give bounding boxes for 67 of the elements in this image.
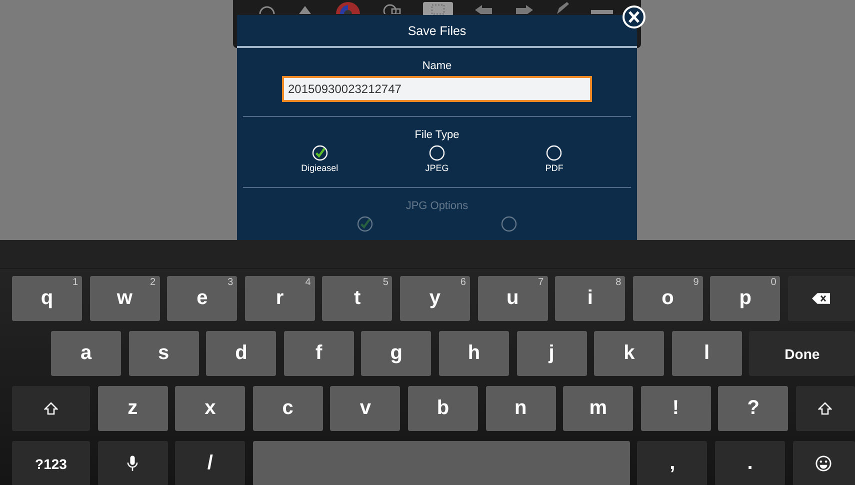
letter-key[interactable]: y 6 (400, 276, 470, 321)
letter-key[interactable]: r 4 (244, 276, 315, 321)
letter-key[interactable]: u 7 (478, 276, 548, 321)
microphone-key[interactable] (98, 441, 168, 485)
digit-hint: 4 (305, 277, 311, 288)
letter-key[interactable]: k (594, 331, 664, 376)
letter-key[interactable]: c (252, 386, 323, 431)
letter-key[interactable]: s (128, 331, 199, 376)
letter-key[interactable]: i 8 (555, 276, 626, 321)
letter-key[interactable]: b (408, 386, 478, 431)
section-label: File Type (414, 129, 460, 141)
letter-key[interactable]: ! (640, 386, 711, 431)
option-label: Digieasel (301, 163, 338, 173)
close-icon[interactable] (622, 5, 646, 29)
digit-hint: 2 (150, 277, 156, 288)
smiley-icon (815, 455, 832, 472)
letter-key[interactable]: l (672, 331, 742, 376)
letter-key[interactable]: q 1 (12, 276, 82, 321)
letter-key[interactable]: j (516, 331, 587, 376)
section-label: JPG Options (406, 200, 468, 212)
shift-key[interactable] (796, 386, 855, 431)
letter-key[interactable]: m (563, 386, 634, 431)
shift-icon (44, 402, 58, 416)
letter-key[interactable]: v (330, 386, 400, 431)
done-key[interactable]: Done (749, 331, 855, 376)
digit-hint: 3 (228, 277, 234, 288)
letter-key[interactable]: h (438, 331, 509, 376)
symbol-key[interactable]: , (637, 441, 708, 485)
symbol-key[interactable]: / (175, 441, 246, 485)
letter-key[interactable]: a (51, 331, 121, 376)
letter-key[interactable]: f (284, 331, 354, 376)
shapes-tool-icon[interactable] (383, 2, 401, 14)
checked-radio-icon[interactable] (312, 145, 328, 161)
selection-tool-icon[interactable] (423, 2, 453, 16)
letter-key[interactable]: ? (718, 386, 788, 431)
digit-hint: 9 (693, 277, 699, 288)
letter-key[interactable]: z (98, 386, 168, 431)
letter-key[interactable]: o 9 (632, 276, 703, 321)
radio-icon[interactable] (428, 145, 445, 161)
symbols-key[interactable]: ?123 (12, 441, 90, 485)
radio-icon[interactable] (546, 145, 562, 161)
field-label: Name (422, 60, 452, 72)
digit-hint: 5 (382, 277, 388, 288)
shift-icon (818, 402, 832, 416)
microphone-icon (127, 455, 138, 472)
redo-arrow-icon[interactable] (515, 2, 533, 14)
digit-hint: 6 (460, 277, 466, 288)
digit-hint: 8 (616, 277, 622, 288)
letter-key[interactable]: p 0 (710, 276, 780, 321)
digit-hint: 0 (770, 277, 776, 288)
letter-key[interactable]: t 5 (322, 276, 392, 321)
emoji-key[interactable] (792, 441, 855, 485)
letter-key[interactable]: e 3 (167, 276, 238, 321)
letter-key[interactable]: n (486, 386, 556, 431)
symbol-key[interactable]: . (714, 441, 785, 485)
letter-key[interactable]: w 2 (90, 276, 160, 321)
undo-arrow-icon[interactable] (475, 2, 493, 14)
option-label: PDF (545, 163, 564, 173)
letter-key[interactable]: d (206, 331, 276, 376)
name-input-field[interactable]: 20150930023212747 (282, 76, 592, 102)
letter-key[interactable]: x (175, 386, 246, 431)
letter-key[interactable]: g (361, 331, 432, 376)
backspace-key[interactable] (788, 276, 855, 321)
digit-hint: 1 (72, 277, 78, 288)
digit-hint: 7 (538, 277, 544, 288)
option-label: JPEG (425, 163, 449, 173)
backspace-icon (812, 293, 830, 304)
